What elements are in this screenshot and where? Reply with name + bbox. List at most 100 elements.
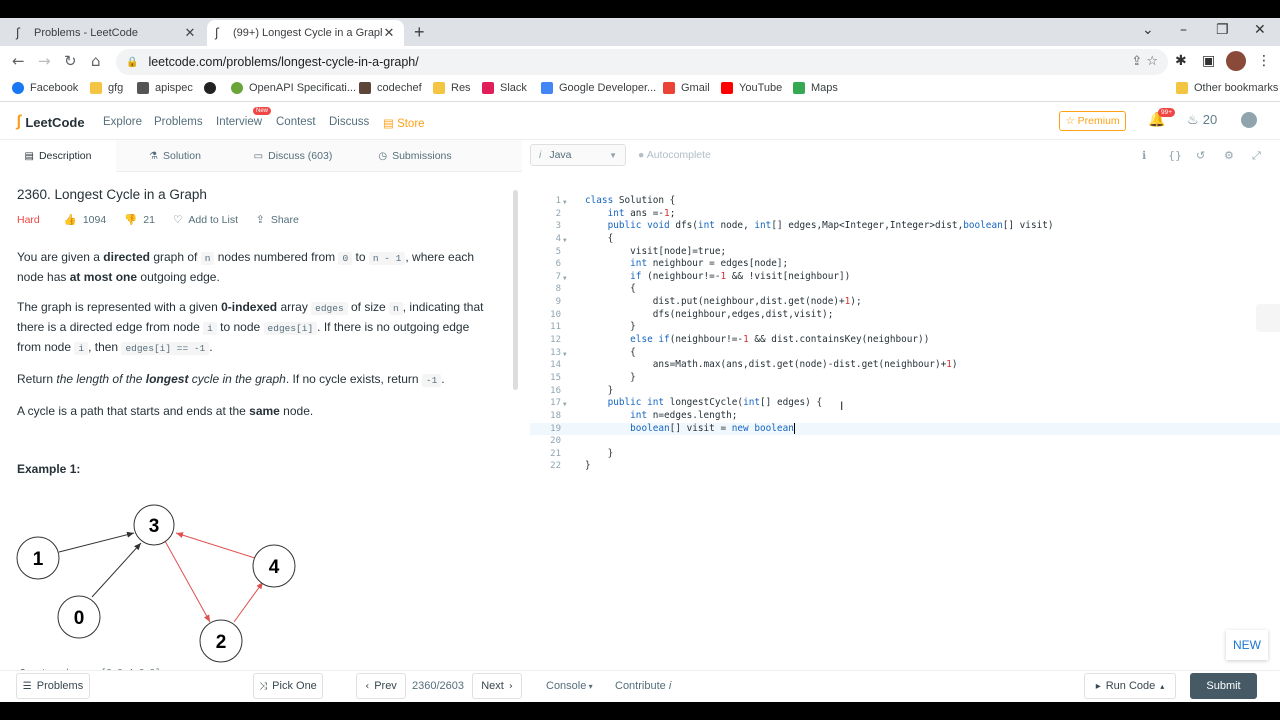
premium-button[interactable]: ☆ Premium <box>1059 111 1126 131</box>
bookmark-google-developer[interactable]: Google Developer... <box>541 82 656 94</box>
code-line[interactable]: 1 ▼ class Solution { <box>530 195 1280 208</box>
like-button[interactable]: 👍 1094 <box>64 211 106 229</box>
tab-submissions[interactable]: ◷ Submissions <box>352 140 478 172</box>
browser-tab-active[interactable]: ʃ (99+) Longest Cycle in a Graph - ✕ <box>207 20 404 46</box>
menu-icon[interactable]: ⋮ <box>1257 53 1271 69</box>
bookmark-res[interactable]: Res <box>433 82 471 94</box>
code-line[interactable]: 13 ▼ { <box>530 347 1280 360</box>
nav-contest[interactable]: Contest <box>276 116 316 128</box>
tab-label: Solution <box>163 150 201 162</box>
code-line[interactable]: 12 else if(neighbour!=-1 && dist.contain… <box>530 334 1280 347</box>
feedback-side-tab[interactable] <box>1256 304 1280 332</box>
bookmark-maps[interactable]: Maps <box>793 82 838 94</box>
autocomplete-toggle[interactable]: ● Autocomplete <box>638 149 711 161</box>
code-line[interactable]: 11 } <box>530 321 1280 334</box>
maximize-icon[interactable]: ❐ <box>1216 22 1229 38</box>
back-icon[interactable]: ← <box>12 52 25 70</box>
nav-interview[interactable]: Interview <box>216 116 262 128</box>
nav-explore[interactable]: Explore <box>103 116 142 128</box>
code-line[interactable]: 18 int n=edges.length; <box>530 410 1280 423</box>
code-line[interactable]: 8 { <box>530 283 1280 296</box>
contribute-link[interactable]: Contribute i <box>615 680 671 692</box>
problems-list-button[interactable]: ☰ Problems <box>16 673 90 699</box>
extensions-icon[interactable]: ✱ <box>1175 53 1187 69</box>
next-button[interactable]: Next › <box>472 673 522 699</box>
fullscreen-icon[interactable]: ⤢ <box>1252 149 1261 163</box>
url-input[interactable]: 🔒 leetcode.com/problems/longest-cycle-in… <box>116 49 1168 75</box>
bookmark-slack[interactable]: Slack <box>482 82 527 94</box>
pick-one-button[interactable]: ⤨ Pick One <box>253 673 323 699</box>
browser-tab[interactable]: ʃ Problems - LeetCode ✕ <box>8 20 205 46</box>
caret-up-icon: ▴ <box>1160 681 1165 691</box>
code-line[interactable]: 2 int ans =-1; <box>530 208 1280 221</box>
code-line[interactable]: 19 boolean[] visit = new boolean <box>530 422 1280 436</box>
nav-problems[interactable]: Problems <box>154 116 203 128</box>
home-icon[interactable]: ⌂ <box>91 52 101 70</box>
bookmark-github[interactable] <box>204 82 222 94</box>
new-feature-button[interactable]: NEW <box>1226 630 1268 660</box>
text-bold: longest <box>145 372 189 386</box>
prev-button[interactable]: ‹ Prev <box>356 673 406 699</box>
bookmark-gfg[interactable]: gfg <box>90 82 123 94</box>
settings-icon[interactable]: ⚙ <box>1224 149 1234 162</box>
bookmark-codechef[interactable]: codechef <box>359 82 422 94</box>
folder-icon <box>1176 82 1188 94</box>
bookmark-apispec[interactable]: apispec <box>137 82 193 94</box>
submit-button[interactable]: Submit <box>1190 673 1257 699</box>
code-line[interactable]: 15 } <box>530 372 1280 385</box>
share-button[interactable]: ⇪ Share <box>256 211 299 229</box>
window-close-icon[interactable]: ✕ <box>1254 22 1266 38</box>
user-avatar[interactable] <box>1241 112 1257 128</box>
info-icon[interactable]: ℹ <box>1142 149 1146 162</box>
mouse-ibeam-cursor: I <box>840 399 844 413</box>
run-code-button[interactable]: ▸ Run Code ▴ <box>1084 673 1176 699</box>
nav-store[interactable]: ▤ Store <box>383 116 425 130</box>
tab-solution[interactable]: ⚗ Solution <box>116 140 234 172</box>
tab-discuss[interactable]: ▭ Discuss (603) <box>234 140 352 172</box>
other-bookmarks[interactable]: Other bookmarks <box>1176 82 1278 94</box>
code-line[interactable]: 21 } <box>530 448 1280 461</box>
code-line[interactable]: 6 int neighbour = edges[node]; <box>530 258 1280 271</box>
reload-icon[interactable]: ↻ <box>64 52 77 70</box>
close-icon[interactable]: ✕ <box>183 25 197 41</box>
description-scrollbar[interactable] <box>513 190 518 390</box>
dislike-button[interactable]: 👎 21 <box>124 211 155 229</box>
language-select[interactable]: i Java ▼ <box>530 144 626 166</box>
reset-icon[interactable]: ↺ <box>1196 149 1205 162</box>
code-line[interactable]: 3 public void dfs(int node, int[] edges,… <box>530 220 1280 233</box>
close-icon[interactable]: ✕ <box>382 25 396 41</box>
code-line[interactable]: 5 visit[node]=true; <box>530 246 1280 259</box>
add-to-list-button[interactable]: ♡ Add to List <box>173 211 238 229</box>
code-line[interactable]: 16 } <box>530 385 1280 398</box>
code-area[interactable]: 1 ▼ class Solution {2 int ans =-1; 3 public… <box>530 195 1280 473</box>
code-line[interactable]: 4 ▼ { <box>530 233 1280 246</box>
code-line[interactable]: 20 <box>530 435 1280 448</box>
leetcode-logo[interactable]: ʃ LeetCode <box>16 113 85 131</box>
sidebar-icon[interactable]: ▣ <box>1202 53 1215 69</box>
minimize-icon[interactable]: – <box>1180 22 1187 38</box>
forward-icon[interactable]: → <box>38 52 51 70</box>
bookmark-facebook[interactable]: Facebook <box>12 82 78 94</box>
tab-description[interactable]: ▤ Description <box>0 140 116 172</box>
new-tab-icon[interactable]: + <box>414 22 425 43</box>
share-star-icons[interactable]: ⇪ ☆ <box>1131 54 1158 69</box>
bottom-bar: ☰ Problems ⤨ Pick One ‹ Prev 2360/2603 Next… <box>0 670 1280 702</box>
streak-counter[interactable]: ♨ 20 <box>1187 112 1217 128</box>
braces-icon[interactable]: {} <box>1168 149 1182 162</box>
profile-avatar[interactable] <box>1226 51 1246 71</box>
code-text: } <box>585 447 614 459</box>
console-toggle[interactable]: Console ▾ <box>546 680 593 692</box>
line-number: 14 <box>550 360 561 371</box>
bookmark-openapi[interactable]: OpenAPI Specificati... <box>231 82 356 94</box>
code-line[interactable]: 22} <box>530 460 1280 473</box>
chevron-down-icon[interactable]: ⌄ <box>1142 22 1154 38</box>
inline-code: n <box>389 302 403 315</box>
code-line[interactable]: 9 dist.put(neighbour,dist.get(node)+1); <box>530 296 1280 309</box>
bookmark-youtube[interactable]: YouTube <box>721 82 782 94</box>
code-line[interactable]: 17 ▼ public int longestCycle(int[] edges)… <box>530 397 1280 410</box>
bookmark-gmail[interactable]: Gmail <box>663 82 710 94</box>
code-line[interactable]: 7 ▼ if (neighbour!=-1 && !visit[neighbour… <box>530 271 1280 284</box>
code-line[interactable]: 14 ans=Math.max(ans,dist.get(node)-dist.… <box>530 359 1280 372</box>
code-line[interactable]: 10 dfs(neighbour,edges,dist,visit); <box>530 309 1280 322</box>
nav-discuss[interactable]: Discuss <box>329 116 369 128</box>
